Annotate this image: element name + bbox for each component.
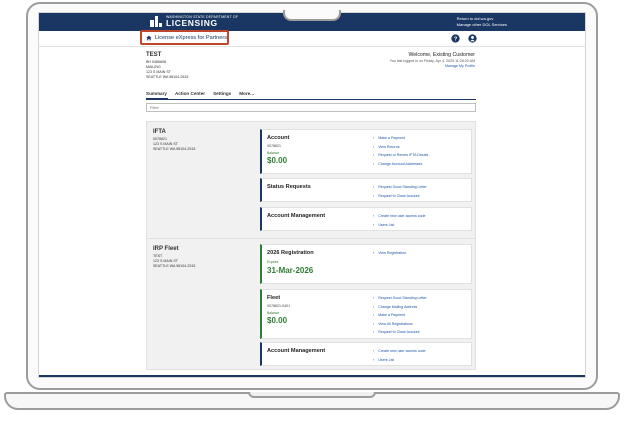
- card-title: 2026 Registration: [267, 250, 314, 256]
- balance-label: Balance: [267, 151, 280, 155]
- brand-name: LICENSING: [166, 18, 218, 28]
- card-title: Account Management: [267, 213, 326, 219]
- tabs-divider: [146, 99, 476, 100]
- card-title: Fleet: [267, 295, 281, 301]
- irp-info: IRP Fleet TEST 123 S MAIN ST SEATTLE WA …: [153, 245, 195, 269]
- change-mailing-address-link[interactable]: Change Mailing Address: [373, 303, 427, 312]
- tab-summary[interactable]: Summary: [146, 91, 167, 96]
- tab-more[interactable]: More...: [239, 91, 254, 96]
- make-payment-link[interactable]: Make a Payment: [373, 134, 428, 143]
- create-access-code-link[interactable]: Create new user access code: [373, 212, 425, 221]
- laptop-base-groove: [248, 392, 376, 398]
- welcome-panel: Welcome, Existing Customer You last logg…: [390, 51, 475, 69]
- expires-label: Expires: [267, 260, 279, 264]
- home-icon: [146, 35, 152, 40]
- card-title: Account: [267, 135, 290, 141]
- tab-settings[interactable]: Settings: [213, 91, 231, 96]
- irp-section: IRP Fleet TEST 123 S MAIN ST SEATTLE WA …: [146, 238, 476, 370]
- customer-line: SEATTLE WA 98104-2515: [146, 75, 189, 79]
- active-tab-indicator: [146, 98, 168, 100]
- ifta-management-card: Account Management Create new user acces…: [260, 207, 472, 231]
- balance-amount: $0.00: [267, 316, 288, 325]
- view-registration-link[interactable]: View Registration: [373, 249, 406, 258]
- ifta-section: IFTA 0078821 123 S MAIN ST SEATTLE WA 98…: [146, 121, 476, 239]
- filter-input[interactable]: [146, 103, 476, 112]
- irp-title: IRP Fleet: [153, 246, 179, 252]
- good-standing-link[interactable]: Request Good Standing Letter: [373, 294, 427, 303]
- irp-address: SEATTLE WA 98104-2515: [153, 264, 196, 268]
- fleet-number: 0078821-0401: [267, 304, 291, 308]
- good-standing-link[interactable]: Request Good Standing Letter: [373, 183, 427, 192]
- account-number: 0078821: [267, 144, 281, 148]
- view-returns-link[interactable]: View Returns: [373, 143, 428, 152]
- help-icon[interactable]: ?: [451, 34, 460, 43]
- sub-bar: [39, 31, 585, 47]
- main-tabs: Summary Action Center Settings More...: [146, 91, 254, 96]
- make-payment-link[interactable]: Make a Payment: [373, 311, 427, 320]
- renew-decals-link[interactable]: Request or Renew IFTA Decals: [373, 151, 428, 160]
- card-title: Status Requests: [267, 184, 311, 190]
- card-title: Account Management: [267, 348, 326, 354]
- customer-name: TEST: [146, 52, 162, 58]
- users-list-link[interactable]: Users List: [373, 356, 426, 365]
- registration-links: View Registration: [373, 249, 406, 258]
- manage-profile-link[interactable]: Manage My Profile: [390, 64, 475, 69]
- expires-date: 31-Mar-2026: [267, 266, 314, 275]
- welcome-title: Welcome, Existing Customer: [408, 52, 476, 58]
- ifta-address: SEATTLE WA 98104-2515: [153, 147, 196, 151]
- product-name: License eXpress for Partners: [154, 34, 227, 41]
- change-address-link[interactable]: Change Account Addresses: [373, 160, 428, 169]
- screen: WASHINGTON STATE DEPARTMENT OF LICENSING…: [38, 12, 586, 378]
- balance-label: Balance: [267, 311, 280, 315]
- product-home-link[interactable]: License eXpress for Partners: [140, 30, 229, 45]
- dol-logo-icon: [150, 16, 162, 27]
- irp-registration-card: 2026 Registration Expires 31-Mar-2026 Vi…: [260, 244, 472, 284]
- topbar-links: Return to dol.wa.gov Manage other DOL Se…: [457, 16, 507, 28]
- ifta-title: IFTA: [153, 129, 166, 135]
- create-access-code-link[interactable]: Create new user access code: [373, 347, 425, 356]
- ifta-account-card: Account 0078821 Balance $0.00 Make a Pay…: [260, 129, 472, 174]
- management-links: Create new user access code Users List: [373, 212, 426, 230]
- footer-bar: [39, 375, 585, 377]
- customer-info: TEST BH 0466698 MAILING 123 S MAIN ST SE…: [146, 51, 188, 80]
- ifta-account-links: Make a Payment View Returns Request or R…: [373, 134, 428, 168]
- management-links: Create new user access code Users List: [373, 347, 426, 365]
- irp-fleet-card: Fleet 0078821-0401 Balance $0.00 Request…: [260, 289, 472, 339]
- ifta-status-card: Status Requests Request Good Standing Le…: [260, 178, 472, 202]
- fleet-links: Request Good Standing Letter Change Mail…: [373, 294, 427, 337]
- close-account-link[interactable]: Request to Close Account: [373, 328, 427, 337]
- status-links: Request Good Standing Letter Request to …: [373, 183, 427, 200]
- ifta-info: IFTA 0078821 123 S MAIN ST SEATTLE WA 98…: [153, 128, 195, 152]
- view-registrations-link[interactable]: View All Registrations: [373, 320, 427, 329]
- irp-management-card: Account Management Create new user acces…: [260, 342, 472, 366]
- other-services-link[interactable]: Manage other DOL Services: [457, 22, 507, 28]
- tab-action-center[interactable]: Action Center: [175, 91, 205, 96]
- balance-amount: $0.00: [267, 156, 288, 165]
- close-account-link[interactable]: Request to Close Account: [373, 192, 427, 201]
- dol-logo[interactable]: WASHINGTON STATE DEPARTMENT OF LICENSING: [149, 15, 238, 28]
- svg-text:?: ?: [454, 37, 458, 43]
- user-account-icon[interactable]: [468, 34, 477, 43]
- users-list-link[interactable]: Users List: [373, 221, 426, 230]
- laptop-camera-notch: [283, 10, 341, 21]
